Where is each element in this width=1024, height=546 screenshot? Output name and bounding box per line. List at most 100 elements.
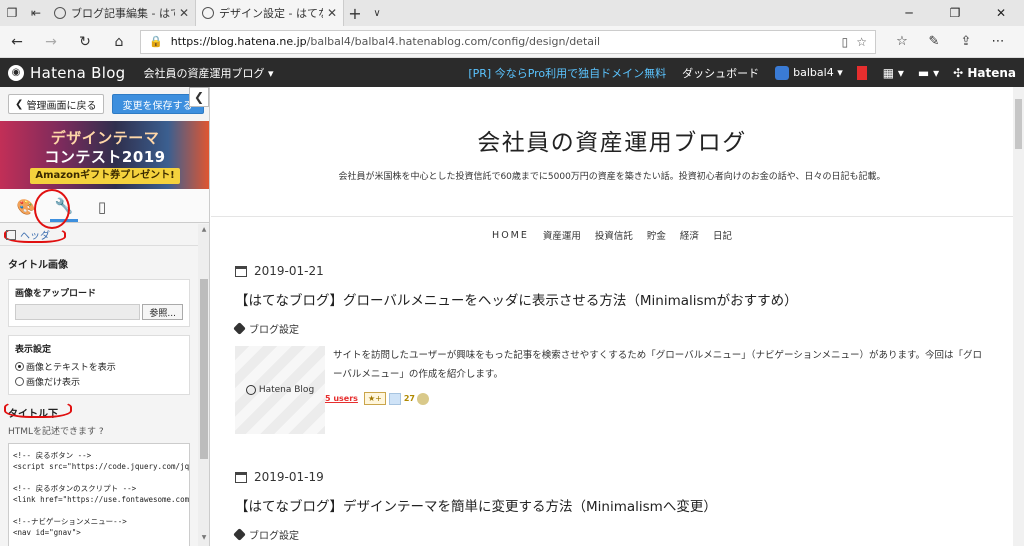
set-aside-tabs-icon[interactable]: ⇤ [24, 0, 48, 26]
display-settings-box: 表示設定 画像とテキストを表示 画像だけ表示 [8, 335, 190, 395]
thumbnail-label: Hatena Blog [258, 385, 315, 395]
browser-tab-design-settings[interactable]: デザイン設定 - はてなブログ ✕ [196, 0, 344, 26]
smartphone-icon[interactable]: ▯ [88, 192, 116, 222]
close-window-icon[interactable]: ✕ [978, 0, 1024, 26]
calendar-icon [235, 471, 247, 483]
hatena-logo-icon: ◉ [8, 64, 24, 81]
radio-label: 画像だけ表示 [26, 378, 81, 388]
tab-list-chevron-icon[interactable]: ∨ [366, 0, 388, 26]
hatena-favicon-icon [54, 7, 66, 19]
panel-scrollbar[interactable]: ▲ ▼ [198, 224, 209, 546]
lock-icon: 🔒 [149, 35, 163, 48]
address-bar[interactable]: 🔒 https://blog.hatena.ne.jp/balbal4/balb… [140, 29, 876, 54]
tab-actions-icon[interactable]: ❐ [0, 0, 24, 26]
reading-view-icon[interactable]: ▯ [842, 35, 849, 49]
entry-date[interactable]: 2019-01-19 [235, 470, 995, 484]
entry-category[interactable]: ブログ設定 [233, 527, 995, 542]
hatena-header: ◉ Hatena Blog 会社員の資産運用ブログ ▾ [PR] 今ならPro利… [0, 58, 1024, 87]
entry-title[interactable]: 【はてなブログ】デザインテーマを簡単に変更する方法（Minimalismへ変更） [235, 495, 995, 515]
header-section-toggle[interactable]: ヘッダ [0, 224, 198, 246]
nav-home[interactable]: HOME [492, 230, 529, 241]
browser-tab-post-edit[interactable]: ブログ記事編集 - はてなブログ ✕ [48, 0, 196, 26]
blog-name-dropdown[interactable]: 会社員の資産運用ブログ ▾ [144, 65, 274, 81]
apps-grid-icon[interactable]: ▦ ▾ [883, 66, 904, 80]
new-tab-button[interactable]: + [344, 0, 366, 26]
entry-excerpt: サイトを訪問したユーザーが興味をもった記事を検索させやすくするため「グローバルメ… [333, 350, 983, 380]
code-line: <link href="https://use.fontawesome.com/… [13, 495, 190, 504]
bookmark-users-link[interactable]: 5 users [325, 394, 358, 403]
refresh-icon[interactable]: ↻ [68, 34, 102, 50]
banner-line1: デザインテーマ [50, 129, 160, 147]
favorites-icon[interactable]: ☆ [886, 34, 918, 49]
browse-button[interactable]: 参照... [142, 304, 183, 320]
forward-arrow-icon[interactable]: → [34, 34, 68, 50]
below-title-html-editor[interactable]: <!-- 戻るボタン --> <script src="https://code… [8, 443, 190, 546]
nav-investment-trust[interactable]: 投資信託 [595, 228, 633, 242]
browser-toolbar: ← → ↻ ⌂ 🔒 https://blog.hatena.ne.jp/balb… [0, 26, 1024, 58]
star-count: 27 [403, 394, 415, 403]
banner-line3: Amazonギフト券プレゼント! [30, 168, 180, 184]
code-line: <script src="https://code.jquery.com/jqu… [13, 462, 190, 471]
restore-icon[interactable]: ❐ [932, 0, 978, 26]
avatar [775, 65, 790, 80]
scrollbar-thumb[interactable] [1015, 99, 1022, 149]
radio-image-only[interactable]: 画像だけ表示 [15, 375, 183, 388]
share-icon[interactable]: ⇪ [950, 34, 982, 49]
back-to-admin-button[interactable]: ❮ 管理画面に戻る [8, 94, 104, 114]
url-text: https://blog.hatena.ne.jp/balbal4/balbal… [170, 35, 601, 48]
nav-economy[interactable]: 経済 [680, 228, 699, 242]
date-text: 2019-01-21 [254, 264, 324, 278]
code-line: <nav id="gnav"> [13, 528, 81, 537]
pro-promo-link[interactable]: [PR] 今ならPro利用で独自ドメイン無料 [468, 65, 666, 81]
user-name: balbal4 ▾ [793, 66, 843, 79]
entry-title[interactable]: 【はてなブログ】グローバルメニューをヘッダに表示させる方法（Minimalism… [235, 289, 995, 309]
code-line: <!-- 戻るボタン --> [13, 451, 92, 460]
upload-label: 画像をアップロード [15, 289, 97, 299]
home-icon[interactable]: ⌂ [102, 34, 136, 50]
notifications-icon[interactable]: ▬ ▾ [918, 66, 939, 80]
nav-diary[interactable]: 日記 [713, 228, 732, 242]
hatena-favicon-icon [202, 7, 214, 19]
add-star-button[interactable]: ★+ [363, 392, 386, 405]
section-icon [6, 229, 16, 240]
preview-scrollbar[interactable] [1013, 87, 1024, 546]
red-underline-annotation [4, 400, 72, 418]
global-menu: HOME 資産運用 投資信託 貯金 経済 日記 [211, 217, 1013, 253]
browser-actions: ☆ ✎ ⇪ ⋯ [886, 34, 1014, 49]
radio-image-and-text[interactable]: 画像とテキストを表示 [15, 360, 183, 373]
hatena-link[interactable]: ✣ Hatena [953, 66, 1016, 80]
hatena-blog-logo[interactable]: ◉ Hatena Blog [0, 64, 126, 82]
favorite-star-icon[interactable]: ☆ [856, 35, 867, 49]
entry-category[interactable]: ブログ設定 [233, 321, 995, 336]
minimize-icon[interactable]: ─ [886, 0, 932, 26]
hatena-logo-icon [245, 385, 256, 395]
user-menu[interactable]: balbal4 ▾ [775, 65, 843, 80]
blog-title[interactable]: 会社員の資産運用ブログ [211, 87, 1013, 157]
entry-item: 2019-01-19 【はてなブログ】デザインテーマを簡単に変更する方法（Min… [233, 470, 995, 542]
scroll-up-icon[interactable]: ▲ [198, 226, 209, 236]
bookmark-flag-icon[interactable] [856, 65, 867, 80]
entry-date[interactable]: 2019-01-21 [235, 264, 995, 278]
blog-preview: 会社員の資産運用ブログ 会社員が米国株を中心とした投資信託で60歳までに5000… [211, 87, 1013, 546]
dashboard-link[interactable]: ダッシュボード [682, 65, 759, 81]
close-tab-icon[interactable]: ✕ [179, 6, 189, 20]
close-tab-icon[interactable]: ✕ [327, 6, 337, 20]
pen-notes-icon[interactable]: ✎ [918, 34, 950, 49]
entry-thumbnail[interactable]: Hatena Blog [235, 346, 325, 434]
contest-banner[interactable]: デザインテーマ コンテスト2019 Amazonギフト券プレゼント! [0, 121, 209, 189]
file-path-field[interactable] [15, 304, 141, 320]
scroll-down-icon[interactable]: ▼ [198, 534, 209, 544]
scrollbar-thumb[interactable] [200, 279, 208, 459]
back-arrow-icon[interactable]: ← [0, 34, 34, 50]
radio-label: 画像とテキストを表示 [26, 363, 116, 373]
collapse-panel-icon[interactable]: ❮ [189, 87, 209, 107]
hatena-text: Hatena [967, 65, 1016, 80]
more-icon[interactable]: ⋯ [982, 34, 1014, 49]
upload-box: 画像をアップロード 参照... [8, 279, 190, 327]
nav-savings[interactable]: 貯金 [647, 228, 666, 242]
banner-line2: コンテスト2019 [44, 148, 166, 166]
nav-asset-management[interactable]: 資産運用 [543, 228, 581, 242]
code-line: <!-- 戻るボタンのスクリプト --> [13, 484, 137, 493]
